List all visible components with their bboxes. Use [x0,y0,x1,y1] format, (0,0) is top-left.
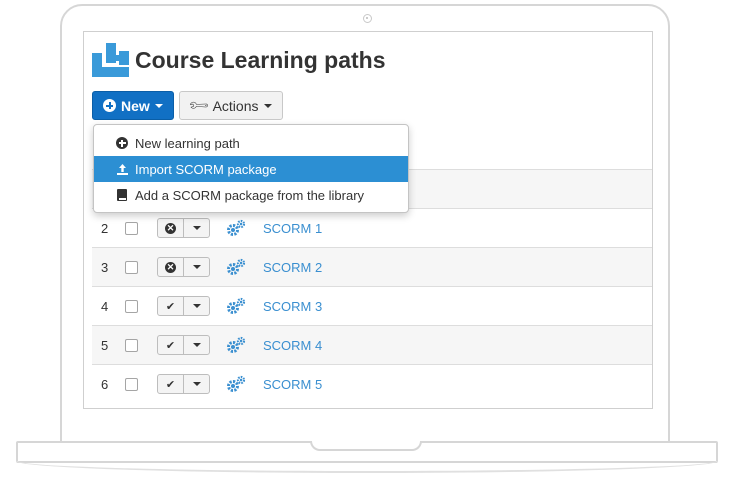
row-number: 2 [101,220,109,236]
upload-icon [116,163,128,175]
row-checkbox[interactable] [125,221,138,235]
check-icon: ✔ [165,339,176,352]
status-toggle-button[interactable]: ✔ [158,336,184,354]
menu-item-label: Import SCORM package [135,161,277,177]
scorm-link[interactable]: SCORM 3 [263,299,322,314]
table-row: 6 ✔ SCORM 5 [92,364,652,403]
plus-circle-icon [116,137,128,149]
menu-item-label: Add a SCORM package from the library [135,187,365,203]
menu-item-add-scorm-library[interactable]: Add a SCORM package from the library [94,182,408,208]
app-screen: Course Learning paths New 🔧︎ Actions 2 ✕ S… [83,31,653,409]
row-checkbox[interactable] [125,338,138,352]
table-row: 5 ✔ SCORM 4 [92,325,652,364]
check-icon: ✔ [165,300,176,313]
menu-item-label: New learning path [135,135,240,151]
row-checkbox[interactable] [125,260,138,274]
menu-item-import-scorm[interactable]: Import SCORM package [94,156,408,182]
check-icon: ✔ [165,378,176,391]
table-row: 3 ✕ SCORM 2 [92,247,652,286]
status-dropdown-button[interactable] [184,258,209,276]
caret-down-icon [154,103,163,108]
new-button-label: New [121,97,150,114]
gears-icon[interactable] [226,336,246,354]
status-split-button: ✕ [157,218,210,238]
table-row: 2 ✕ SCORM 1 [92,208,652,247]
learning-path-logo-icon [92,43,129,77]
gears-icon[interactable] [226,375,246,393]
status-toggle-button[interactable]: ✔ [158,297,184,315]
caret-down-icon [192,226,201,230]
caret-down-icon [263,103,272,108]
status-toggle-button[interactable]: ✔ [158,375,184,393]
scorm-link[interactable]: SCORM 1 [263,221,322,236]
row-number: 4 [101,298,109,314]
page-title: Course Learning paths [135,46,386,73]
row-checkbox[interactable] [125,299,138,313]
new-button[interactable]: New [92,91,174,120]
row-number: 3 [101,259,109,275]
gears-icon[interactable] [226,297,246,315]
status-split-button: ✔ [157,374,210,394]
status-toggle-button[interactable]: ✕ [158,258,184,276]
caret-down-icon [192,382,201,386]
caret-down-icon [192,265,201,269]
table-row: 4 ✔ SCORM 3 [92,286,652,325]
row-number: 5 [101,337,109,353]
row-checkbox[interactable] [125,377,138,391]
status-dropdown-button[interactable] [184,219,209,237]
toolbar: New 🔧︎ Actions [92,91,283,120]
caret-down-icon [192,343,201,347]
actions-button-label: Actions [212,97,259,114]
status-toggle-button[interactable]: ✕ [158,219,184,237]
disabled-x-icon: ✕ [165,222,176,234]
plus-circle-icon [103,99,116,112]
status-dropdown-button[interactable] [184,375,209,393]
camera-icon [363,14,372,23]
actions-button[interactable]: 🔧︎ Actions [178,91,283,120]
status-dropdown-button[interactable] [184,336,209,354]
status-dropdown-button[interactable] [184,297,209,315]
book-icon [117,189,127,201]
status-split-button: ✕ [157,257,210,277]
wrench-icon: 🔧︎ [186,93,211,118]
status-split-button: ✔ [157,296,210,316]
new-dropdown-menu: New learning path Import SCORM package A… [93,124,409,213]
row-number: 6 [101,376,109,392]
scorm-link[interactable]: SCORM 4 [263,338,322,353]
menu-item-new-learning-path[interactable]: New learning path [94,130,408,156]
disabled-x-icon: ✕ [165,261,176,273]
gears-icon[interactable] [226,258,246,276]
caret-down-icon [192,304,201,308]
status-split-button: ✔ [157,335,210,355]
title-row: Course Learning paths [92,42,385,78]
laptop-notch [310,441,422,451]
scorm-link[interactable]: SCORM 5 [263,377,322,392]
laptop-foot [16,461,718,473]
scorm-link[interactable]: SCORM 2 [263,260,322,275]
gears-icon[interactable] [226,219,246,237]
